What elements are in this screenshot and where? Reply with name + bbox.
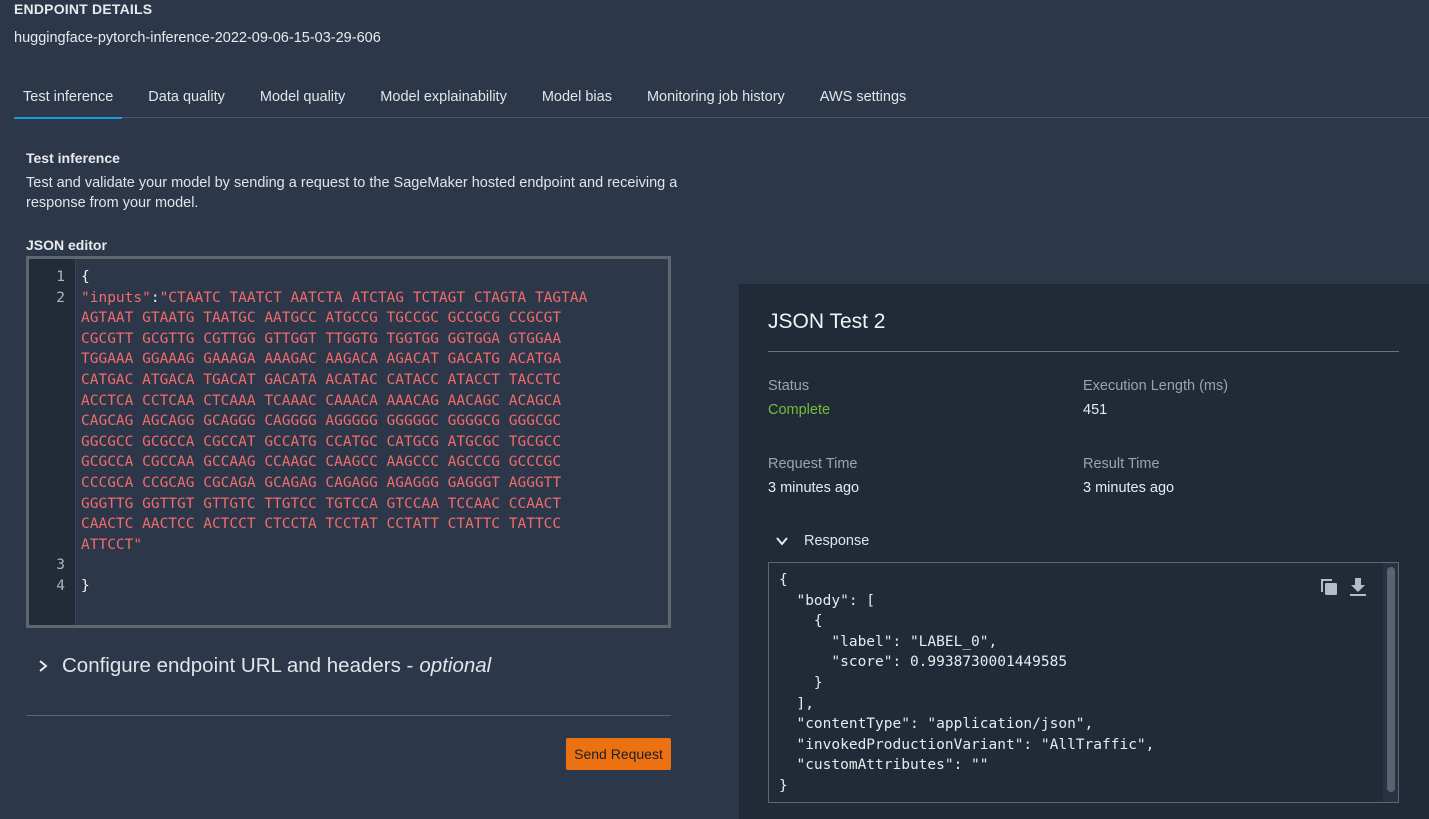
line-number: 4 [56,577,65,594]
tab-model-bias[interactable]: Model bias [533,77,621,118]
json-value-line: ATTCCT" [81,536,143,553]
json-value-line: TGGAAA GGAAAG GAAAGA AAAGAC AAGACA AGACA… [81,351,562,368]
json-editor[interactable]: 1 2 3 4 { "inputs":"CTAATC TAATCT AATCTA AT… [26,256,671,628]
json-colon: : [150,289,160,306]
line-number [29,308,65,329]
line-number [29,370,65,391]
json-value-line: CCCGCA CCGCAG CGCAGA GCAGAG CAGAGG AGAGG… [81,474,562,491]
tab-data-quality[interactable]: Data quality [139,77,234,118]
endpoint-name: huggingface-pytorch-inference-2022-09-06… [14,30,381,46]
response-viewer: { "body": [ { "label": "LABEL_0", "score… [768,562,1399,803]
line-number-gutter: 1 2 3 4 [29,259,76,625]
json-editor-label: JSON editor [26,237,107,253]
json-editor-content[interactable]: { "inputs":"CTAATC TAATCT AATCTA ATCTAG … [76,259,668,625]
status-badge: Complete [768,402,831,418]
copy-icon[interactable] [1318,576,1340,598]
line-number [29,329,65,350]
result-time-value: 3 minutes ago [1083,480,1175,496]
optional-label: optional [419,654,492,677]
line-number: 1 [56,269,65,285]
tab-model-explainability[interactable]: Model explainability [371,77,516,118]
test-inference-title: Test inference [26,150,120,166]
line-number [29,514,65,535]
execution-length-label: Execution Length (ms) [1083,378,1229,394]
json-value-line: CAGCAG AGCAGG GCAGGG CAGGGG AGGGGG GGGGG… [81,413,562,430]
json-value-line: GCGCCA CGCCAA GCCAAG CCAAGC CAAGCC AAGCC… [81,454,562,471]
request-time-value: 3 minutes ago [768,480,860,496]
line-number: 3 [56,557,65,574]
configure-label: Configure endpoint URL and headers - [62,654,414,677]
result-divider [768,351,1399,352]
json-value-line: "CTAATC TAATCT AATCTA ATCTAG TCTAGT CTAG… [159,289,588,306]
json-key: "inputs" [81,289,151,306]
json-value-line: AGTAAT GTAATG TAATGC AATGCC ATGCCG TGCCG… [81,310,562,327]
status-label: Status [768,378,810,394]
response-line: { [779,613,823,630]
line-number [29,391,65,412]
response-line: "score": 0.9938730001449585 [779,654,1068,671]
tab-bar: Test inference Data quality Model qualit… [14,77,1429,119]
response-line: ], [779,695,814,712]
json-value-line: CAACTC AACTCC ACTCCT CTCCTA TCCTAT CCTAT… [81,516,562,533]
open-brace: { [81,269,90,285]
test-inference-description: Test and validate your model by sending … [26,175,678,211]
line-number [29,535,65,556]
chevron-right-icon [39,660,48,672]
line-number [29,452,65,473]
response-line: "label": "LABEL_0", [779,633,998,650]
scrollbar-thumb[interactable] [1387,567,1395,792]
line-number [29,494,65,515]
json-value-line: GGGTTG GGTTGT GTTGTC TTGTCC TGTCCA GTCCA… [81,495,562,512]
line-number: 2 [56,289,65,306]
result-time-label: Result Time [1083,456,1160,472]
configure-endpoint-expander[interactable]: Configure endpoint URL and headers - opt… [36,654,491,678]
response-line: { [779,572,788,588]
result-panel: JSON Test 2 Status Complete Execution Le… [739,284,1429,819]
download-icon[interactable] [1347,576,1369,598]
result-title: JSON Test 2 [768,310,886,333]
line-number [29,473,65,494]
response-expander[interactable]: Response [775,533,869,549]
close-brace: } [81,577,90,594]
section-header: ENDPOINT DETAILS [14,1,153,17]
chevron-down-icon [776,537,788,546]
tab-test-inference[interactable]: Test inference [14,77,123,119]
line-number [29,349,65,370]
tab-model-quality[interactable]: Model quality [251,77,354,118]
response-line: } [779,777,788,794]
json-value-line: CGCGTT GCGTTG CGTTGG GTTGGT TTGGTG TGGTG… [81,330,562,347]
json-value-line: CATGAC ATGACA TGACAT GACATA ACATAC CATAC… [81,371,562,388]
json-value-line: GGCGCC GCGCCA CGCCAT GCCATG CCATGC CATGC… [81,433,562,450]
response-json: { "body": [ { "label": "LABEL_0", "score… [779,570,1154,797]
request-time-label: Request Time [768,456,858,472]
tab-aws-settings[interactable]: AWS settings [811,77,916,118]
response-line: "customAttributes": "" [779,757,989,774]
line-number [29,411,65,432]
response-line: "contentType": "application/json", [779,716,1094,733]
response-line: "invokedProductionVariant": "AllTraffic"… [779,736,1155,753]
json-value-line: ACCTCA CCTCAA CTCAAA TCAAAC CAAACA AAACA… [81,392,562,409]
response-line: } [779,674,823,691]
response-line: "body": [ [779,592,876,609]
divider [26,715,671,716]
scrollbar-track[interactable] [1383,563,1398,802]
response-label: Response [804,533,870,549]
tab-monitoring-job-history[interactable]: Monitoring job history [638,77,794,118]
line-number [29,432,65,453]
send-request-button[interactable]: Send Request [566,738,671,770]
execution-length-value: 451 [1083,402,1108,418]
